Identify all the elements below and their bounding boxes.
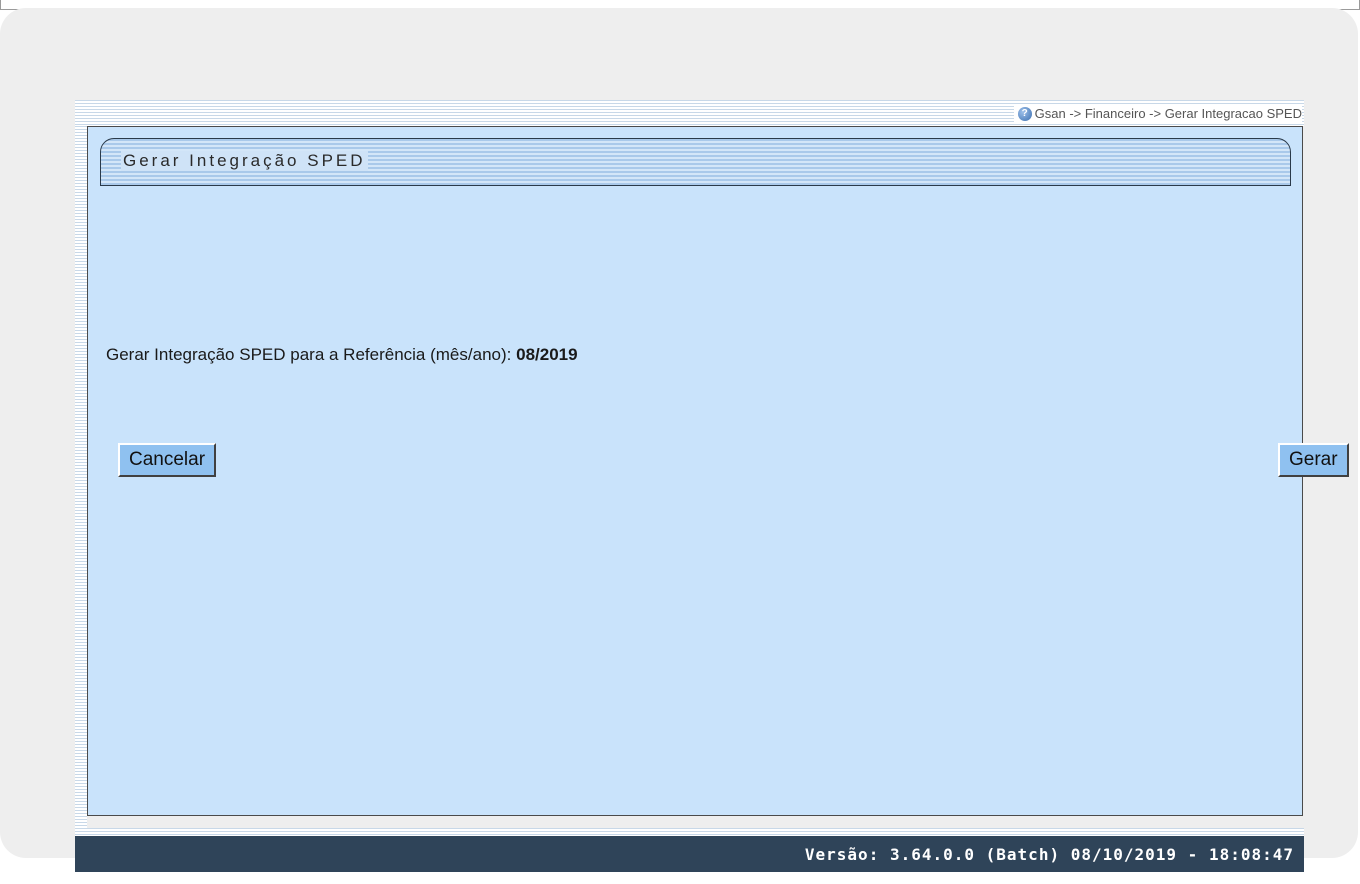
- gerar-button[interactable]: Gerar: [1278, 443, 1349, 477]
- reference-info: Gerar Integração SPED para a Referência …: [106, 345, 578, 365]
- content-panel: Gerar Integração SPED Gerar Integração S…: [87, 126, 1349, 816]
- version-text: Versão: 3.64.0.0 (Batch) 08/10/2019 - 18…: [804, 844, 1294, 864]
- help-icon[interactable]: ?: [1017, 106, 1032, 121]
- reference-label: Gerar Integração SPED para a Referência …: [106, 345, 512, 364]
- main-frame: ? Gsan -> Financeiro -> Gerar Integracao…: [75, 100, 1349, 828]
- bottom-lines: [75, 828, 1304, 836]
- cancel-button[interactable]: Cancelar: [118, 443, 217, 477]
- title-tab: Gerar Integração SPED: [100, 138, 1291, 186]
- breadcrumb: ? Gsan -> Financeiro -> Gerar Integracao…: [1013, 105, 1302, 122]
- reference-value: 08/2019: [516, 345, 578, 364]
- left-stripe: [75, 126, 87, 828]
- footer-version: Versão: 3.64.0.0 (Batch) 08/10/2019 - 18…: [75, 836, 1304, 872]
- page-title: Gerar Integração SPED: [121, 151, 368, 171]
- breadcrumb-text: Gsan -> Financeiro -> Gerar Integracao S…: [1034, 106, 1302, 121]
